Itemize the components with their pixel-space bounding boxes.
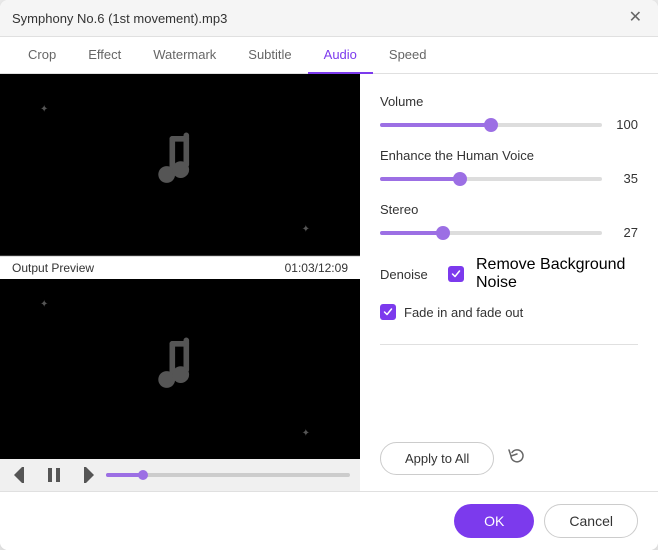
progress-thumb — [138, 470, 148, 480]
close-button[interactable]: ✕ — [625, 8, 646, 28]
tab-speed[interactable]: Speed — [373, 37, 443, 74]
output-label-bar: Output Preview 01:03/12:09 — [0, 256, 360, 279]
volume-value: 100 — [610, 117, 638, 132]
tab-subtitle[interactable]: Subtitle — [232, 37, 307, 74]
stereo-label: Stereo — [380, 202, 638, 217]
tab-watermark[interactable]: Watermark — [137, 37, 232, 74]
volume-group: Volume 100 — [380, 94, 638, 132]
next-button[interactable] — [74, 465, 98, 485]
controls-bar — [0, 459, 360, 491]
output-time: 01:03/12:09 — [285, 261, 348, 275]
right-panel: Volume 100 Enhance the Human Voice 35 St… — [360, 74, 658, 491]
cancel-button[interactable]: Cancel — [544, 504, 638, 538]
footer: OK Cancel — [0, 491, 658, 550]
enhance-value: 35 — [610, 171, 638, 186]
volume-label: Volume — [380, 94, 638, 109]
stereo-group: Stereo 27 — [380, 202, 638, 240]
stereo-value: 27 — [610, 225, 638, 240]
apply-to-all-button[interactable]: Apply to All — [380, 442, 494, 475]
window-title: Symphony No.6 (1st movement).mp3 — [12, 11, 227, 26]
title-bar: Symphony No.6 (1st movement).mp3 ✕ — [0, 0, 658, 37]
fade-label: Fade in and fade out — [404, 305, 523, 320]
preview-top: ✦ ✦ — [0, 74, 360, 256]
preview-bottom: ✦ ✦ — [0, 279, 360, 460]
enhance-label: Enhance the Human Voice — [380, 148, 638, 163]
fade-checkbox[interactable] — [380, 304, 396, 320]
volume-slider[interactable] — [380, 123, 602, 127]
music-icon-top — [145, 129, 215, 199]
enhance-group: Enhance the Human Voice 35 — [380, 148, 638, 186]
volume-slider-row: 100 — [380, 117, 638, 132]
left-panel: ✦ ✦ Output Preview 01:03/12:09 ✦ — [0, 74, 360, 491]
main-content: ✦ ✦ Output Preview 01:03/12:09 ✦ — [0, 74, 658, 491]
prev-button[interactable] — [10, 465, 34, 485]
denoise-row: Denoise Remove Background Noise — [380, 256, 638, 292]
enhance-slider-row: 35 — [380, 171, 638, 186]
bottom-actions: Apply to All — [380, 442, 638, 475]
reset-button[interactable] — [504, 443, 530, 474]
ok-button[interactable]: OK — [454, 504, 534, 538]
tab-bar: Crop Effect Watermark Subtitle Audio Spe… — [0, 37, 658, 74]
fade-row: Fade in and fade out — [380, 304, 638, 320]
remove-bg-label: Remove Background Noise — [476, 256, 638, 292]
stereo-slider-row: 27 — [380, 225, 638, 240]
enhance-slider[interactable] — [380, 177, 602, 181]
tab-audio[interactable]: Audio — [308, 37, 373, 74]
music-icon-bottom — [145, 334, 215, 404]
denoise-label: Denoise — [380, 267, 436, 282]
stereo-slider[interactable] — [380, 231, 602, 235]
tab-crop[interactable]: Crop — [12, 37, 72, 74]
main-window: Symphony No.6 (1st movement).mp3 ✕ Crop … — [0, 0, 658, 550]
progress-bar[interactable] — [106, 473, 350, 477]
remove-bg-checkbox[interactable] — [448, 266, 464, 282]
divider — [380, 344, 638, 345]
output-preview-label: Output Preview — [12, 261, 94, 275]
pause-button[interactable] — [42, 465, 66, 485]
tab-effect[interactable]: Effect — [72, 37, 137, 74]
